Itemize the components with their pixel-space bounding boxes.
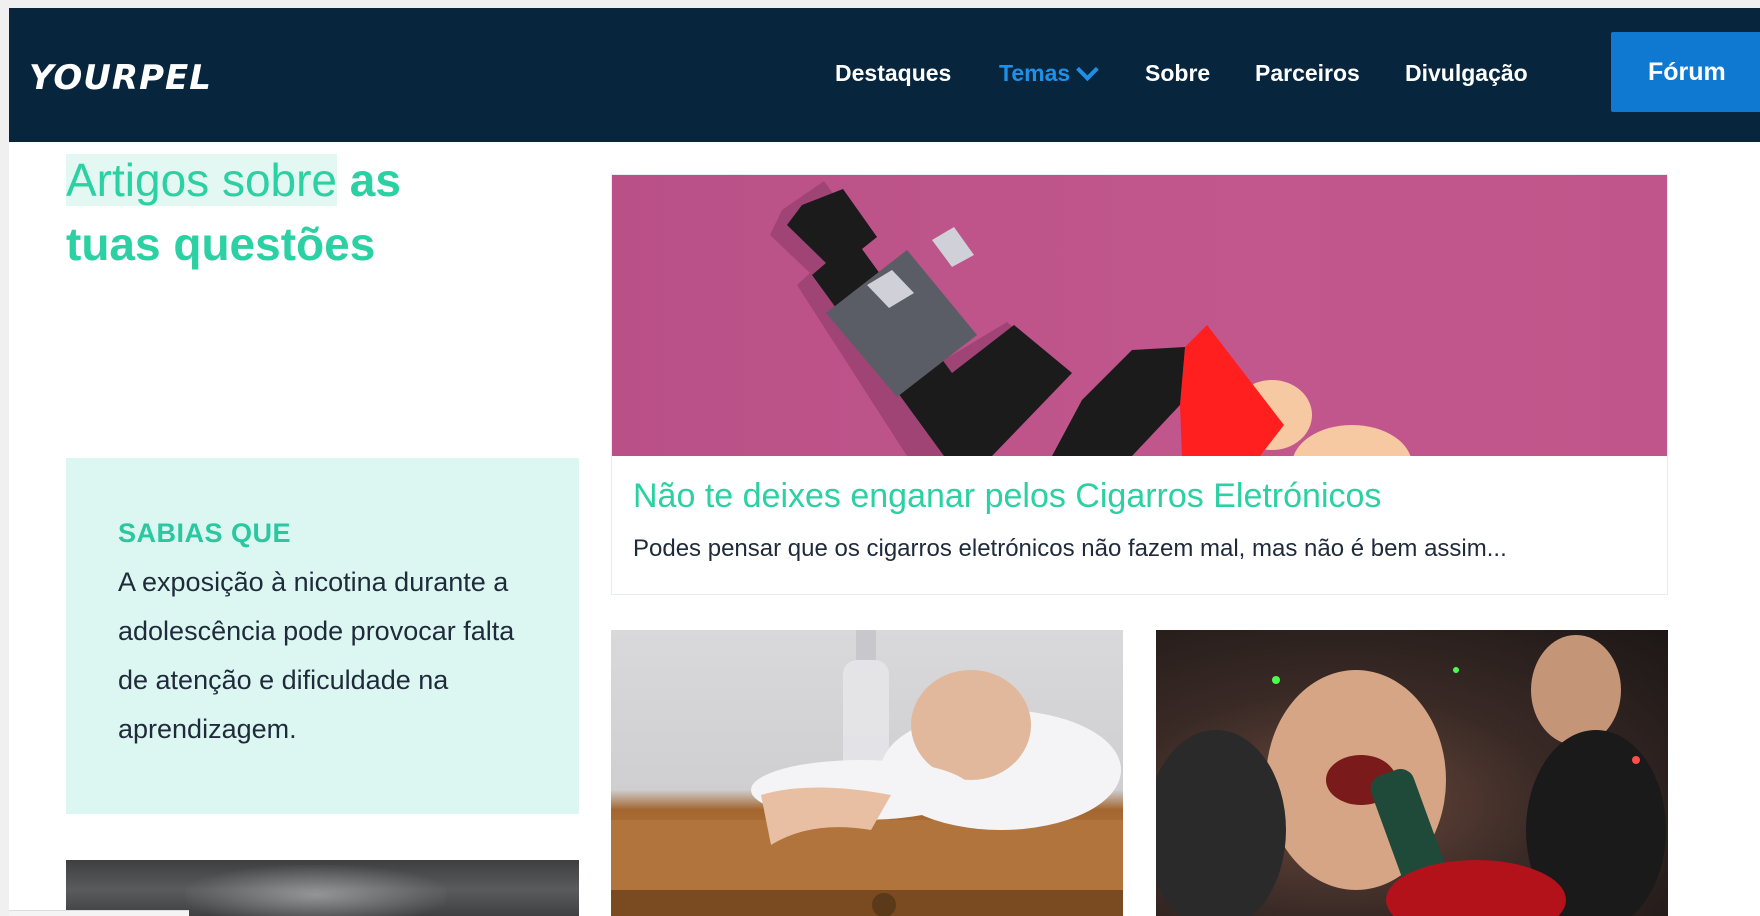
top-navbar: YOURPEL Destaques Temas Sobre Parceiros … (9, 8, 1760, 142)
heading-rest: as (349, 154, 401, 206)
did-you-know-title: SABIAS QUE (118, 518, 292, 548)
heading-line2: tuas questões (66, 218, 376, 270)
smoke-article-image[interactable] (66, 860, 579, 916)
horizontal-scrollbar[interactable] (9, 910, 189, 916)
alcohol-article-image[interactable] (611, 630, 1123, 916)
site-logo[interactable]: YOURPEL (29, 58, 212, 98)
page: YOURPEL Destaques Temas Sobre Parceiros … (9, 8, 1760, 916)
party-crowd-illustration (1156, 635, 1666, 916)
did-you-know-text: A exposição à nicotina durante a adolesc… (118, 567, 515, 744)
e-cigarette-illustration (612, 175, 1667, 456)
party-article-image[interactable] (1156, 630, 1668, 916)
drunk-man-illustration (611, 630, 1123, 916)
featured-article-excerpt: Podes pensar que os cigarros eletrónicos… (633, 535, 1507, 562)
nav-sobre[interactable]: Sobre (1145, 60, 1210, 87)
section-heading: Artigos sobre as tuas questões (66, 148, 401, 276)
smoke-shape (186, 865, 446, 916)
nav-parceiros[interactable]: Parceiros (1255, 60, 1360, 87)
forum-button[interactable]: Fórum (1611, 32, 1760, 112)
did-you-know-box: SABIAS QUE A exposição à nicotina durant… (66, 458, 579, 814)
nav-destaques[interactable]: Destaques (835, 60, 951, 87)
heading-highlight: Artigos sobre (66, 154, 338, 206)
featured-article-card[interactable]: Não te deixes enganar pelos Cigarros Ele… (611, 174, 1668, 595)
nav-temas-label: Temas (999, 60, 1071, 86)
nav-temas[interactable]: Temas (999, 57, 1099, 87)
e-cigarette-icon (770, 181, 1411, 456)
featured-article-title[interactable]: Não te deixes enganar pelos Cigarros Ele… (633, 477, 1381, 516)
nav-divulgacao[interactable]: Divulgação (1405, 60, 1528, 87)
chevron-down-icon (1076, 57, 1099, 81)
